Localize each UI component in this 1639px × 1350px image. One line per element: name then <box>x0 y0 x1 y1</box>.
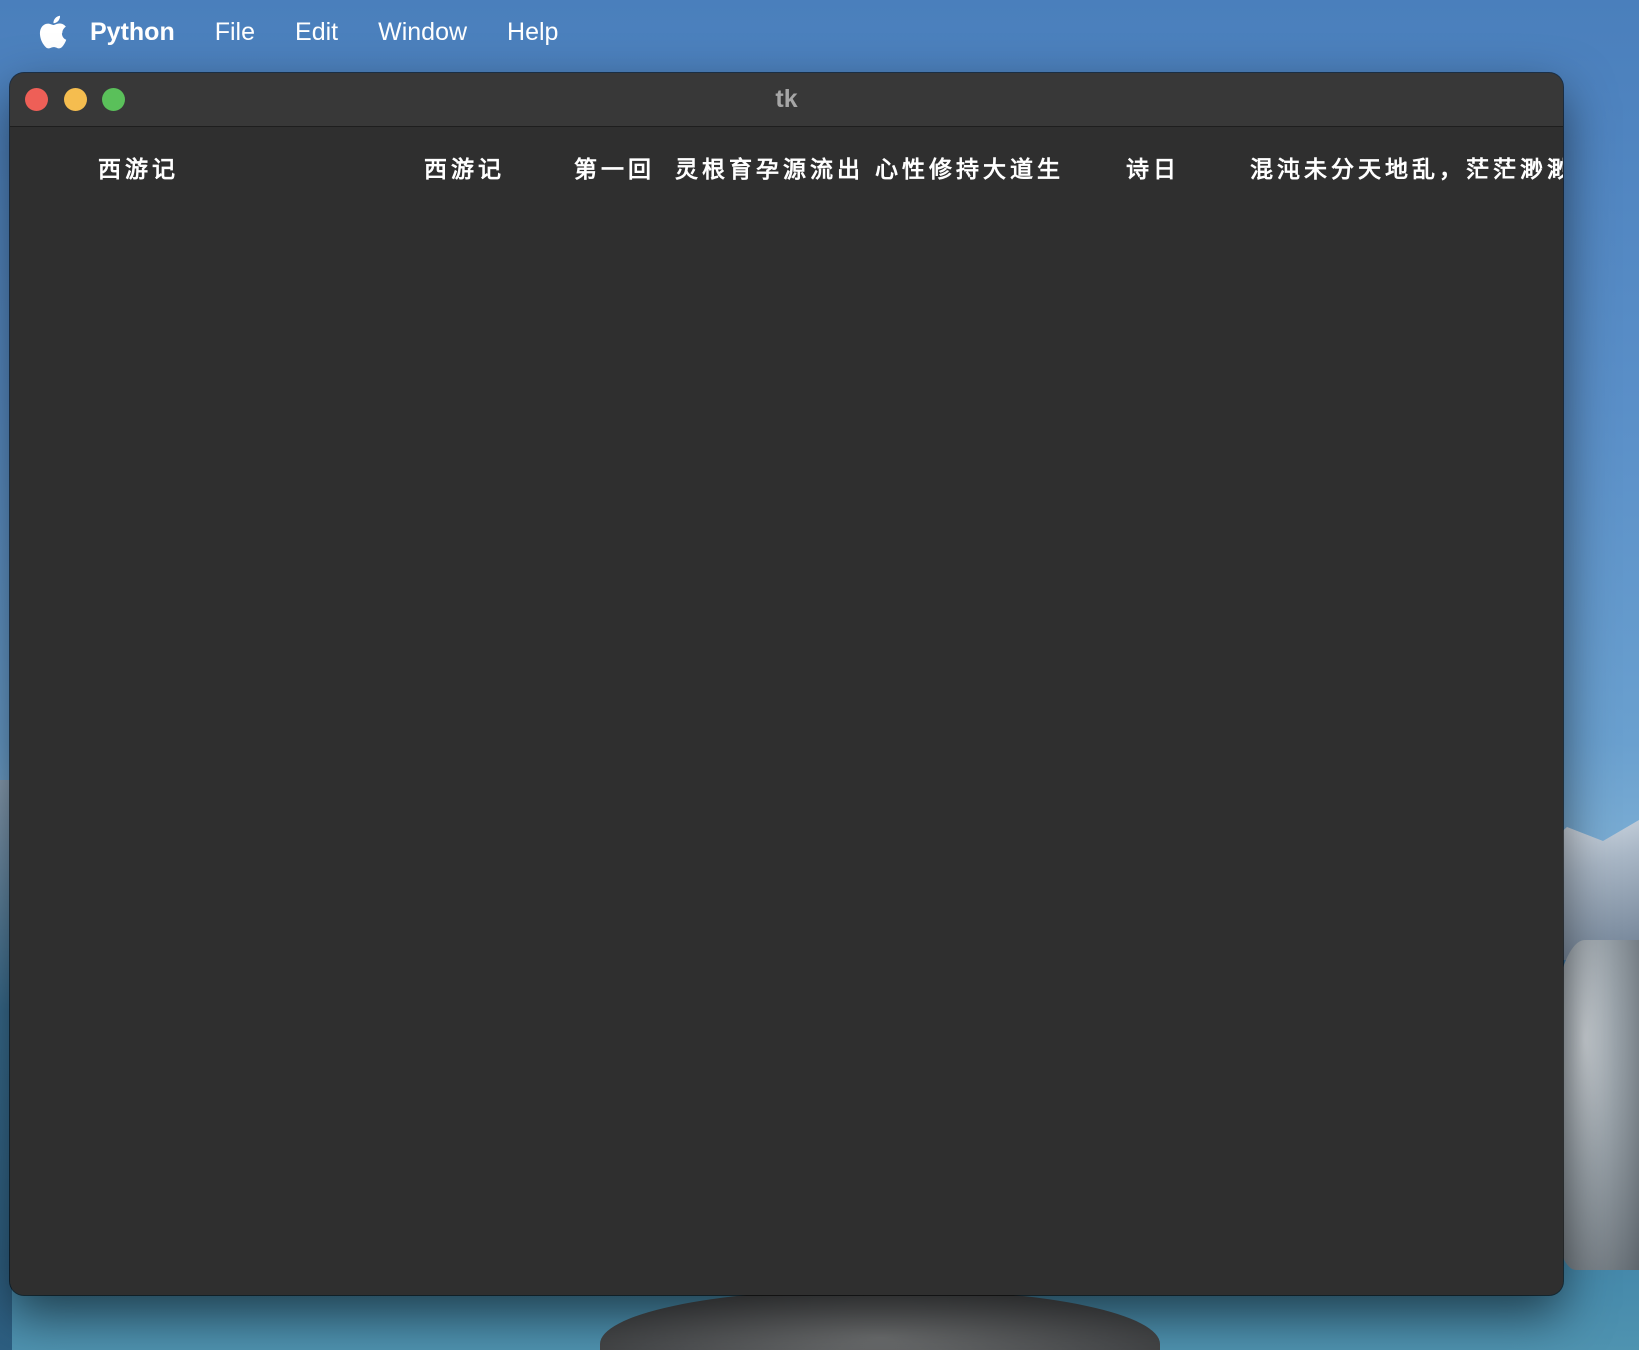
menu-bar: Python File Edit Window Help <box>0 0 1639 64</box>
text-label: 灵根育孕源流出 <box>675 157 864 183</box>
text-label: 混沌未分天地乱，茫茫渺渺无 <box>1250 157 1563 183</box>
window-titlebar[interactable]: tk <box>10 73 1563 127</box>
window-content: 西游记 西游记 第一回 灵根育孕源流出 心性修持大道生 诗日 混沌未分天地乱，茫… <box>10 127 1563 1295</box>
text-label: 心性修持大道生 <box>875 157 1064 183</box>
apple-logo-icon[interactable] <box>38 15 68 49</box>
menu-help[interactable]: Help <box>507 18 558 47</box>
wallpaper-rock-bottom <box>600 1290 1160 1350</box>
text-label: 诗日 <box>1126 157 1180 183</box>
text-label: 第一回 <box>574 157 655 183</box>
close-window-button[interactable] <box>25 88 48 111</box>
zoom-window-button[interactable] <box>102 88 125 111</box>
menu-app-python[interactable]: Python <box>90 18 175 47</box>
text-label: 西游记 <box>424 157 505 183</box>
desktop-wallpaper: Python File Edit Window Help tk 西游记 西游记 … <box>0 0 1639 1350</box>
text-label: 西游记 <box>98 157 179 183</box>
tk-window: tk 西游记 西游记 第一回 灵根育孕源流出 心性修持大道生 诗日 混沌未分天地… <box>10 73 1563 1295</box>
window-title: tk <box>775 85 798 113</box>
menu-file[interactable]: File <box>215 18 255 47</box>
minimize-window-button[interactable] <box>64 88 87 111</box>
menu-window[interactable]: Window <box>378 18 467 47</box>
menu-edit[interactable]: Edit <box>295 18 338 47</box>
